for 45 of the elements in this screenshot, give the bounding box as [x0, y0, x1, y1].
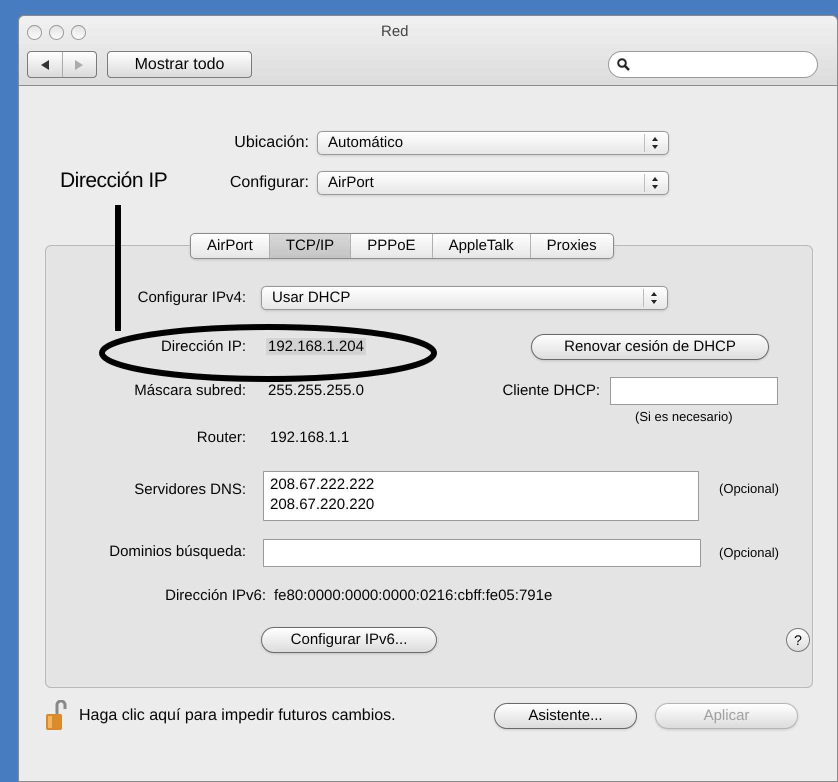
popup-menu[interactable]: Usar DHCP [261, 286, 668, 310]
ipv6-address-value: fe80:0000:0000:0000:0216:cbff:fe05:791e [274, 586, 552, 606]
field-label: Dirección IPv6: [164, 586, 266, 606]
optional-note: (Opcional) [719, 480, 779, 498]
dhcp-client-field[interactable] [610, 377, 778, 405]
popup-menu[interactable]: Automático [317, 131, 669, 155]
lock-text: Haga clic aquí para impedir futuros cambios. [79, 706, 397, 726]
popup-menu[interactable]: AirPort [317, 171, 669, 195]
tab[interactable]: AppleTalk [432, 234, 530, 258]
configure-label: Configurar: [230, 173, 309, 193]
ip-address-value: 192.168.1.204 [266, 336, 367, 357]
field-label: Dirección IP: [160, 336, 246, 357]
annotation-label: Dirección IP [60, 168, 168, 194]
pill-button[interactable]: Asistente... [494, 703, 637, 729]
pill-button[interactable]: Configurar IPv6... [261, 627, 437, 653]
pill-button[interactable]: Renovar cesión de DHCP [531, 334, 769, 360]
padlock-icon [45, 700, 67, 732]
tab[interactable]: PPPoE [350, 234, 432, 258]
search-icon [617, 58, 630, 71]
field-label: Router: [196, 428, 246, 448]
dns-server-entry: 208.67.220.220 [270, 494, 376, 514]
router-value: 192.168.1.1 [270, 428, 350, 448]
field-label: Configurar IPv4: [136, 288, 246, 308]
hint-text: (Si es necesario) [635, 408, 733, 426]
search-field[interactable] [608, 51, 818, 78]
help-button[interactable]: ? [786, 628, 810, 652]
dns-server-entry: 208.67.222.222 [270, 474, 376, 494]
field-label: Máscara subred: [133, 380, 246, 401]
tab[interactable]: AirPort [191, 234, 269, 258]
window-control-icon[interactable] [71, 24, 86, 40]
dns-servers-field[interactable]: 208.67.222.222 208.67.220.220 [263, 470, 699, 520]
field-label: Servidores DNS: [133, 480, 246, 500]
back-forward-control[interactable] [27, 51, 97, 78]
location-label: Ubicación: [233, 133, 309, 153]
optional-note: (Opcional) [719, 544, 779, 562]
tab[interactable]: TCP/IP [268, 234, 350, 258]
field-label: Dominios búsqueda: [108, 542, 246, 562]
show-all-button[interactable]: Mostrar todo [107, 51, 252, 78]
field-label: Cliente DHCP: [501, 380, 600, 401]
tab[interactable]: Proxies [530, 234, 613, 258]
subnet-mask-value: 255.255.255.0 [268, 380, 365, 401]
search-domains-field[interactable] [263, 538, 701, 566]
window-title: Red [381, 22, 409, 42]
window-control-icon[interactable] [49, 24, 64, 40]
window-control-icon[interactable] [27, 24, 42, 40]
